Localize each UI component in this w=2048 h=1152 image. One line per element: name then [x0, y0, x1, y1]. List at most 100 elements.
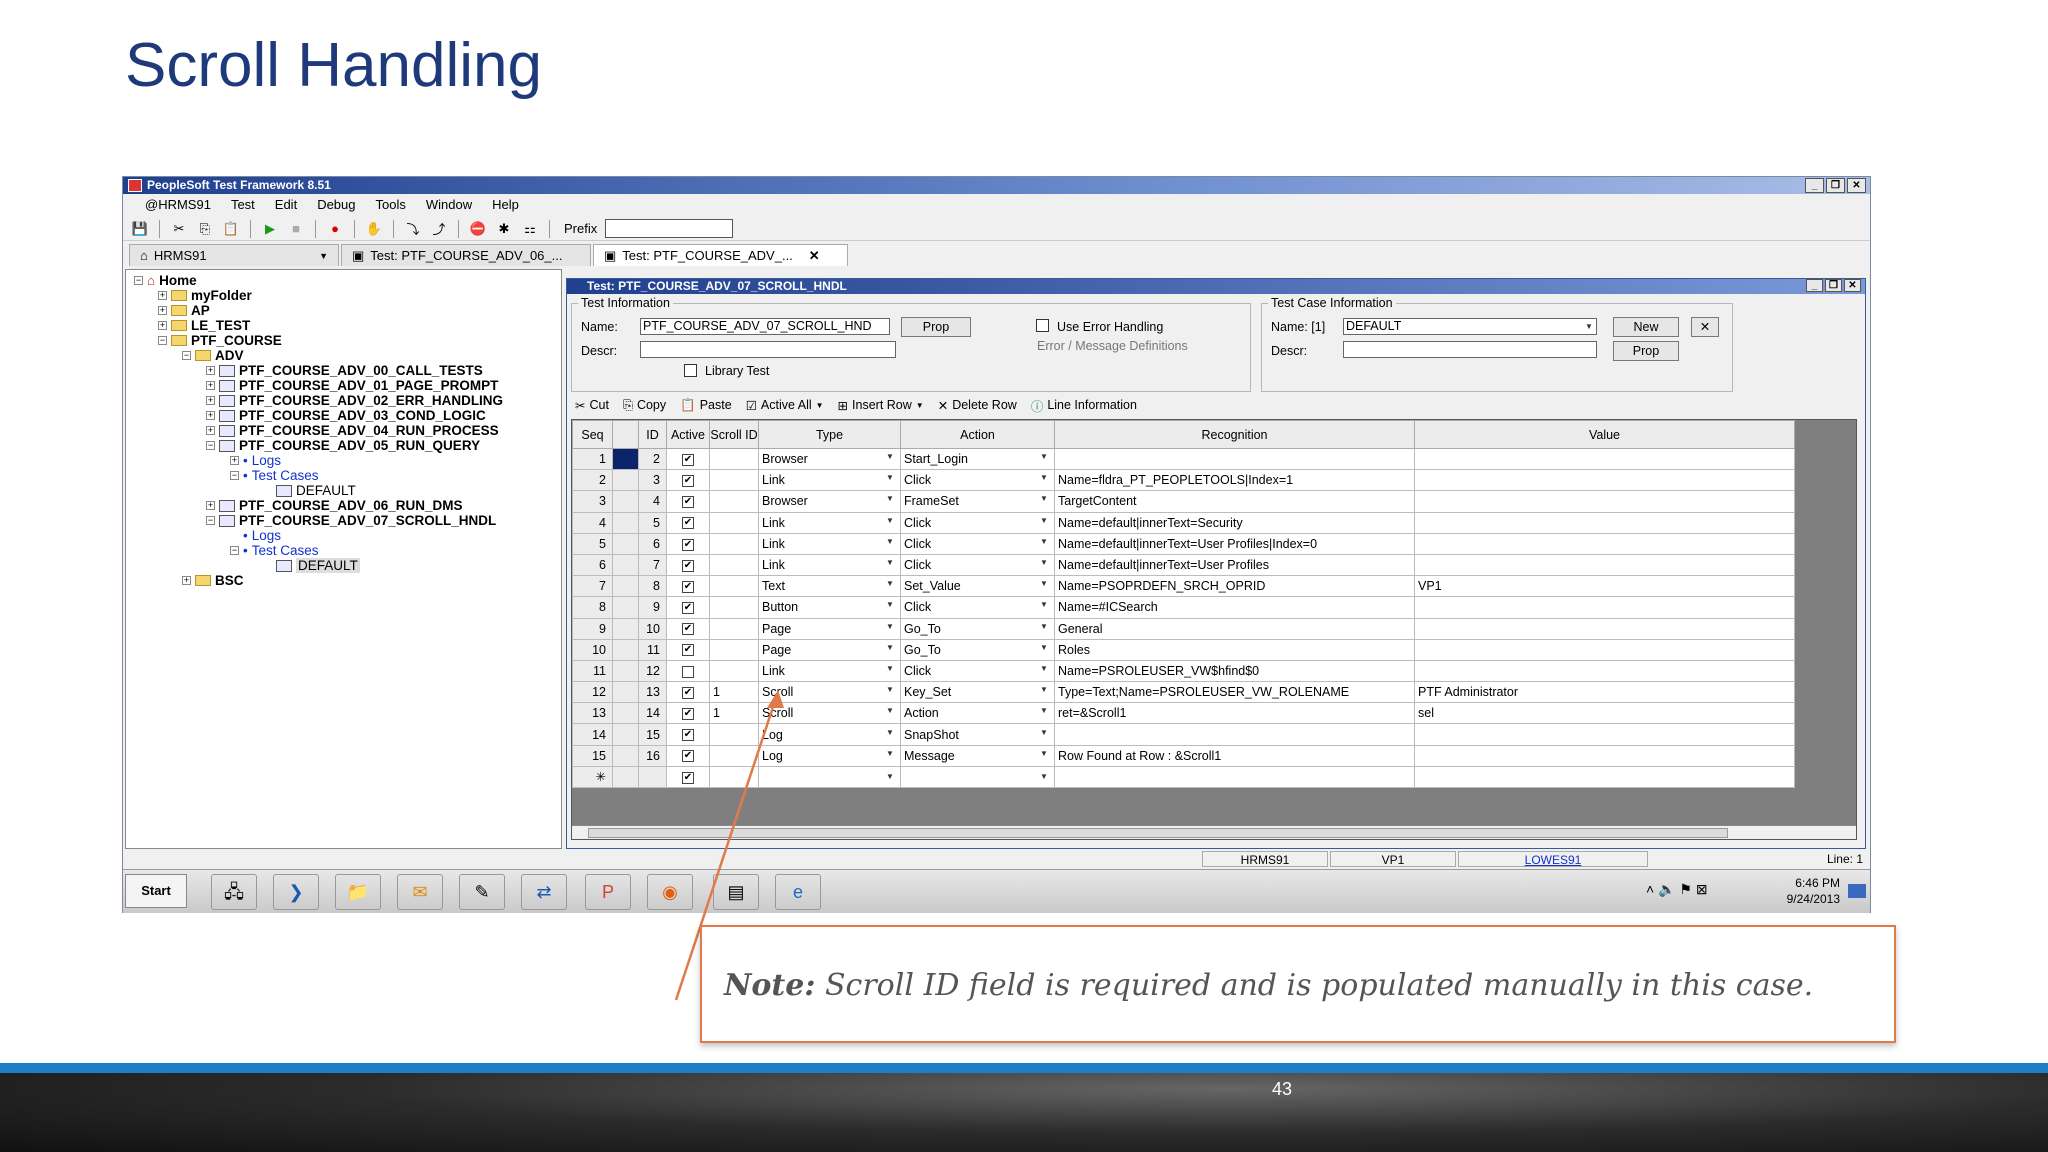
cell-value[interactable]: PTF Administrator — [1414, 681, 1795, 704]
tree-node-logs[interactable]: +•Logs — [230, 453, 281, 468]
chevron-down-icon[interactable]: ▼ — [1037, 516, 1051, 525]
row-selector[interactable] — [612, 659, 639, 683]
cell-value[interactable] — [1414, 659, 1795, 683]
chevron-down-icon[interactable]: ▼ — [883, 494, 897, 503]
cell-active-checkbox[interactable]: ✔ — [666, 638, 710, 661]
cell-action[interactable]: Go_To ▼ — [900, 638, 1055, 661]
cell-value[interactable]: sel — [1414, 702, 1795, 725]
chevron-down-icon[interactable]: ▼ — [1037, 579, 1051, 588]
active-checkbox[interactable]: ✔ — [682, 559, 694, 572]
copy-button[interactable]: ⎘ Copy — [623, 398, 666, 413]
paste-button[interactable]: 📋 Paste — [680, 398, 732, 413]
chevron-down-icon[interactable]: ▼ — [319, 246, 328, 266]
chevron-down-icon[interactable]: ▼ — [883, 643, 897, 652]
chevron-down-icon[interactable]: ▼ — [883, 452, 897, 461]
active-checkbox[interactable]: ✔ — [682, 496, 694, 509]
cell-scroll-id[interactable] — [709, 490, 759, 513]
chevron-down-icon[interactable]: ▼ — [883, 579, 897, 588]
cell-seq[interactable]: ✳ — [572, 765, 613, 789]
show-desktop-icon[interactable] — [1848, 884, 1866, 898]
tree-node-le-test[interactable]: + LE_TEST — [158, 318, 250, 333]
cell-recognition[interactable]: ret=&Scroll1 — [1054, 702, 1415, 725]
cell-scroll-id[interactable] — [709, 659, 759, 683]
restore-button[interactable]: ❐ — [1825, 279, 1842, 292]
cell-action[interactable]: Go_To ▼ — [900, 617, 1055, 640]
cell-active-checkbox[interactable]: ✔ — [666, 532, 710, 555]
cell-type[interactable]: Log ▼ — [758, 744, 901, 767]
remote-icon[interactable]: ⇄ — [521, 874, 567, 910]
tree-node-test[interactable]: + PTF_COURSE_ADV_06_RUN_DMS — [206, 498, 463, 513]
cell-type[interactable]: Page ▼ — [758, 638, 901, 661]
test-descr-field[interactable] — [640, 341, 896, 358]
cell-id[interactable]: 10 — [638, 617, 667, 640]
test-prop-button[interactable]: Prop — [901, 317, 971, 337]
save-icon[interactable]: 💾 — [131, 220, 149, 238]
cell-scroll-id[interactable] — [709, 575, 759, 598]
scrollbar-thumb[interactable] — [588, 828, 1728, 838]
active-checkbox[interactable]: ✔ — [682, 602, 694, 615]
cell-active-checkbox[interactable]: ✔ — [666, 617, 710, 640]
cell-seq[interactable]: 12 — [572, 681, 613, 704]
cell-value[interactable] — [1414, 469, 1795, 492]
minimize-button[interactable]: _ — [1806, 279, 1823, 292]
row-selector[interactable] — [612, 638, 639, 661]
table-row[interactable]: 4 5 ✔ Link ▼ Click ▼ Name=default|innerText=Sec… — [572, 511, 1795, 534]
cell-id[interactable]: 4 — [638, 490, 667, 513]
cell-id[interactable]: 16 — [638, 744, 667, 767]
cell-type[interactable]: Browser ▼ — [758, 447, 901, 471]
cell-action[interactable]: Click ▼ — [900, 511, 1055, 534]
chevron-down-icon[interactable]: ▼ — [883, 558, 897, 567]
cell-value[interactable] — [1414, 723, 1795, 746]
tree-node-test[interactable]: + PTF_COURSE_ADV_00_CALL_TESTS — [206, 363, 483, 378]
cell-value[interactable] — [1414, 532, 1795, 555]
cell-recognition[interactable]: Name=default|innerText=User Profiles — [1054, 553, 1415, 577]
tree-node-myfolder[interactable]: + myFolder — [158, 288, 252, 303]
cell-active-checkbox[interactable]: ✔ — [666, 447, 710, 471]
row-selector[interactable] — [612, 744, 639, 767]
tree-node-ptf-course[interactable]: − PTF_COURSE — [158, 333, 282, 348]
cell-action[interactable]: Key_Set ▼ — [900, 681, 1055, 704]
cell-recognition[interactable]: Name=#ICSearch — [1054, 596, 1415, 619]
row-selector[interactable] — [612, 511, 639, 534]
col-header-scroll-id[interactable]: Scroll ID — [709, 420, 759, 449]
cell-recognition[interactable]: Name=PSOPRDEFN_SRCH_OPRID — [1054, 575, 1415, 598]
menu-debug[interactable]: Debug — [307, 195, 365, 215]
cell-seq[interactable]: 10 — [572, 638, 613, 661]
case-descr-field[interactable] — [1343, 341, 1597, 358]
chevron-down-icon[interactable]: ▼ — [1037, 664, 1051, 673]
tree-node-test[interactable]: + PTF_COURSE_ADV_02_ERR_HANDLING — [206, 393, 503, 408]
active-all-button[interactable]: ☑ Active All ▼ — [746, 398, 824, 413]
menu-test[interactable]: Test — [221, 195, 265, 215]
table-row[interactable]: 15 16 ✔ Log ▼ Message ▼ Row Found at Row : &Scr… — [572, 744, 1795, 767]
cell-seq[interactable]: 8 — [572, 596, 613, 619]
cell-seq[interactable]: 11 — [572, 659, 613, 683]
chevron-down-icon[interactable]: ▼ — [1037, 685, 1051, 694]
tray-icons[interactable]: ˄ 🔈 ⚑ ⊠ — [1646, 882, 1708, 897]
row-selector[interactable] — [612, 447, 639, 471]
delete-case-icon[interactable]: ✕ — [1691, 317, 1719, 337]
cell-id[interactable]: 13 — [638, 681, 667, 704]
cell-id[interactable]: 3 — [638, 469, 667, 492]
cell-seq[interactable]: 3 — [572, 490, 613, 513]
cell-active-checkbox[interactable]: ✔ — [666, 681, 710, 704]
menu-help[interactable]: Help — [482, 195, 529, 215]
start-button[interactable]: Start — [125, 874, 187, 908]
explorer-icon[interactable]: 📁 — [335, 874, 381, 910]
cell-action[interactable]: ▼ — [900, 765, 1055, 789]
cell-recognition[interactable]: Name=fldra_PT_PEOPLETOOLS|Index=1 — [1054, 469, 1415, 492]
cell-action[interactable]: Action ▼ — [900, 702, 1055, 725]
debug-icon[interactable]: ✱ — [495, 220, 513, 238]
cell-active-checkbox[interactable]: ✔ — [666, 511, 710, 534]
cell-seq[interactable]: 6 — [572, 553, 613, 577]
tree-node-test[interactable]: + PTF_COURSE_ADV_04_RUN_PROCESS — [206, 423, 499, 438]
chevron-down-icon[interactable]: ▼ — [883, 537, 897, 546]
cell-id[interactable]: 15 — [638, 723, 667, 746]
row-selector[interactable] — [612, 596, 639, 619]
cell-type[interactable]: Link ▼ — [758, 511, 901, 534]
cell-value[interactable] — [1414, 490, 1795, 513]
cell-recognition[interactable]: General — [1054, 617, 1415, 640]
run-icon[interactable]: ▶ — [261, 220, 279, 238]
cut-icon[interactable]: ✂ — [170, 220, 188, 238]
cell-recognition[interactable]: Row Found at Row : &Scroll1 — [1054, 744, 1415, 767]
cell-type[interactable]: Link ▼ — [758, 532, 901, 555]
